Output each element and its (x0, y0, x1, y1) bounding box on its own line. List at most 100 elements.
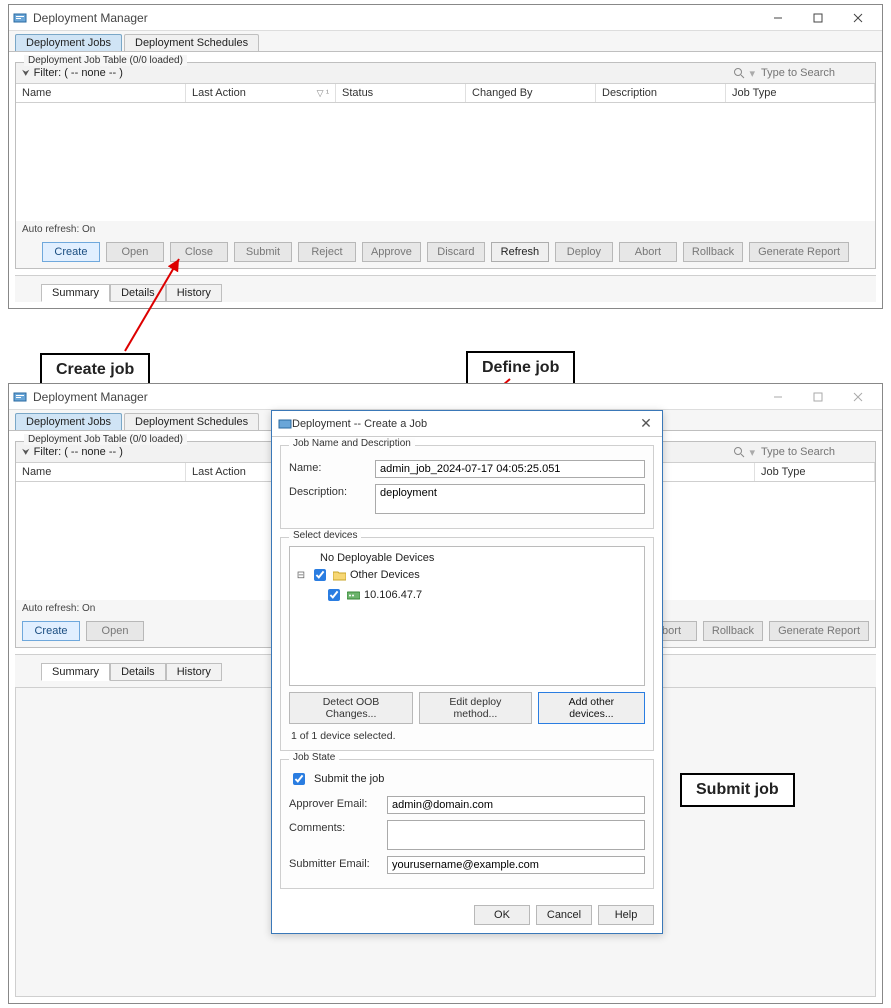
tab-history[interactable]: History (166, 663, 222, 681)
tab-history[interactable]: History (166, 284, 222, 302)
filter-chevron-icon[interactable]: ⮟ (22, 447, 30, 458)
search-box[interactable]: ▾ (733, 66, 869, 80)
generate-report-button: Generate Report (749, 242, 849, 262)
name-label: Name: (289, 460, 367, 474)
close-button[interactable] (838, 7, 878, 29)
section-select-devices: Select devices No Deployable Devices ⊟ O… (280, 537, 654, 751)
create-button[interactable]: Create (42, 242, 100, 262)
generate-report-button: Generate Report (769, 621, 869, 641)
cancel-button[interactable]: Cancel (536, 905, 592, 925)
rollback-button: Rollback (703, 621, 763, 641)
discard-button: Discard (427, 242, 485, 262)
tab-deployment-schedules[interactable]: Deployment Schedules (124, 34, 259, 51)
filter-label[interactable]: Filter: ( -- none -- ) (34, 67, 123, 79)
comments-input[interactable] (387, 820, 645, 850)
tab-summary[interactable]: Summary (41, 663, 110, 681)
submit-job-label: Submit the job (314, 773, 384, 785)
device-icon (347, 590, 360, 601)
titlebar: Deployment Manager (9, 384, 882, 410)
app-icon (13, 11, 27, 25)
folder-icon (333, 570, 346, 581)
job-name-input[interactable] (375, 460, 645, 478)
open-button: Open (106, 242, 164, 262)
col-last-action[interactable]: Last Action (186, 463, 276, 481)
section-title: Select devices (289, 530, 361, 541)
abort-button: Abort (619, 242, 677, 262)
create-job-dialog: Deployment -- Create a Job ✕ Job Name an… (271, 410, 663, 934)
maximize-button[interactable] (798, 7, 838, 29)
tab-details[interactable]: Details (110, 663, 166, 681)
section-title: Job Name and Description (289, 438, 415, 449)
filter-label[interactable]: Filter: ( -- none -- ) (34, 446, 123, 458)
section-title: Job State (289, 752, 339, 763)
filter-chevron-icon[interactable]: ⮟ (22, 68, 30, 79)
create-button[interactable]: Create (22, 621, 80, 641)
col-name[interactable]: Name (16, 463, 186, 481)
other-devices-checkbox[interactable] (314, 569, 326, 581)
tree-node-no-deployable: No Deployable Devices (296, 551, 638, 565)
approve-button: Approve (362, 242, 421, 262)
reject-button: Reject (298, 242, 356, 262)
help-button[interactable]: Help (598, 905, 654, 925)
maximize-button[interactable] (798, 386, 838, 408)
deploy-button: Deploy (555, 242, 613, 262)
refresh-button[interactable]: Refresh (491, 242, 549, 262)
comments-label: Comments: (289, 820, 379, 834)
col-status[interactable]: Status (336, 84, 466, 102)
deployment-manager-window-1: Deployment Manager Deployment Jobs Deplo… (8, 4, 883, 309)
job-table-title: Deployment Job Table (0/0 loaded) (24, 55, 187, 66)
dialog-button-row: OK Cancel Help (272, 897, 662, 933)
dialog-titlebar: Deployment -- Create a Job ✕ (272, 411, 662, 437)
col-name[interactable]: Name (16, 84, 186, 102)
app-icon (278, 417, 292, 431)
ok-button[interactable]: OK (474, 905, 530, 925)
search-box[interactable]: ▾ (733, 445, 869, 459)
window-title: Deployment Manager (33, 11, 758, 25)
tab-deployment-jobs[interactable]: Deployment Jobs (15, 413, 122, 430)
col-description[interactable]: Description (596, 84, 726, 102)
selected-count-label: 1 of 1 device selected. (291, 730, 643, 742)
add-other-devices-button[interactable]: Add other devices... (538, 692, 645, 724)
section-job-state: Job State Submit the job Approver Email:… (280, 759, 654, 889)
tab-deployment-jobs[interactable]: Deployment Jobs (15, 34, 122, 51)
col-job-type[interactable]: Job Type (726, 84, 875, 102)
search-input[interactable] (759, 445, 869, 459)
action-button-bar: Create Open Close Submit Reject Approve … (16, 238, 875, 268)
submitter-email-input[interactable] (387, 856, 645, 874)
job-description-input[interactable]: deployment (375, 484, 645, 514)
section-name-desc: Job Name and Description Name: Descripti… (280, 445, 654, 529)
tab-deployment-schedules[interactable]: Deployment Schedules (124, 413, 259, 430)
main-tabstrip: Deployment Jobs Deployment Schedules (9, 31, 882, 52)
open-button: Open (86, 621, 144, 641)
window-title: Deployment Manager (33, 390, 758, 404)
tree-node-other-devices[interactable]: ⊟ Other Devices (296, 565, 638, 585)
callout-submit-job: Submit job (680, 773, 795, 807)
dialog-title: Deployment -- Create a Job (292, 418, 636, 430)
job-table-title: Deployment Job Table (0/0 loaded) (24, 434, 187, 445)
deployment-manager-window-2: Deployment Manager Deployment Jobs Deplo… (8, 383, 883, 1004)
tab-details[interactable]: Details (110, 284, 166, 302)
close-job-button: Close (170, 242, 228, 262)
detect-oob-button[interactable]: Detect OOB Changes... (289, 692, 413, 724)
rollback-button: Rollback (683, 242, 743, 262)
tree-node-device[interactable]: 10.106.47.7 (296, 585, 638, 605)
dialog-close-button[interactable]: ✕ (636, 415, 656, 432)
col-job-type[interactable]: Job Type (755, 463, 875, 481)
submitter-label: Submitter Email: (289, 856, 379, 870)
tree-expand-icon[interactable]: ⊟ (296, 570, 306, 581)
device-tree[interactable]: No Deployable Devices ⊟ Other Devices 10… (289, 546, 645, 686)
col-changed-by[interactable]: Changed By (466, 84, 596, 102)
desc-label: Description: (289, 484, 367, 498)
edit-deploy-method-button[interactable]: Edit deploy method... (419, 692, 532, 724)
submit-job-checkbox[interactable] (293, 773, 305, 785)
device-checkbox[interactable] (328, 589, 340, 601)
search-input[interactable] (759, 66, 869, 80)
tab-summary[interactable]: Summary (41, 284, 110, 302)
close-button[interactable] (838, 386, 878, 408)
col-last-action[interactable]: Last Action▽ ¹ (186, 84, 336, 102)
minimize-button[interactable] (758, 386, 798, 408)
approver-email-input[interactable] (387, 796, 645, 814)
minimize-button[interactable] (758, 7, 798, 29)
search-icon (733, 446, 745, 458)
search-icon (733, 67, 745, 79)
